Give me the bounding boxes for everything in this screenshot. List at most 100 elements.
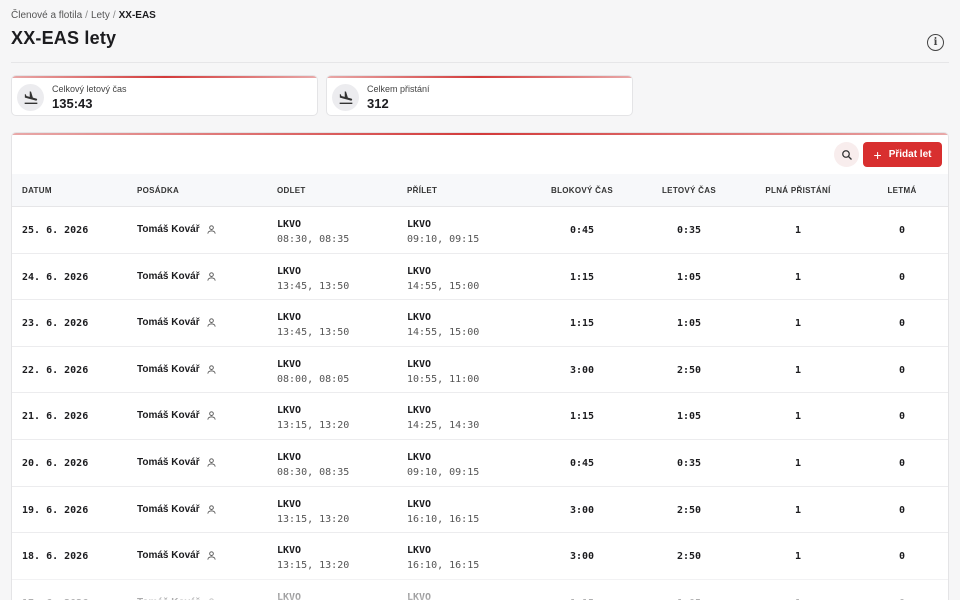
breadcrumb-item-members[interactable]: Členové a flotila	[11, 10, 82, 21]
flight-time: 2:50	[676, 504, 702, 516]
departure-cell: LKVO 08:00, 08:05	[277, 357, 349, 387]
flight-date: 25. 6. 2026	[22, 225, 89, 236]
departure-airport: LKVO	[277, 358, 302, 370]
departure-times: 13:45, 13:50	[277, 327, 350, 339]
arrival-times: 10:55, 11:00	[407, 373, 480, 385]
flight-time: 1:05	[676, 271, 702, 283]
crew-name: Tomáš Kovář	[137, 456, 200, 468]
breadcrumb-separator: /	[85, 10, 88, 21]
flight-date: 20. 6. 2026	[22, 457, 89, 469]
arrival-airport: LKVO	[407, 405, 432, 417]
arrival-cell: LKVO 16:10, 16:15	[407, 497, 479, 527]
departure-cell: LKVO 13:45, 13:50	[277, 310, 349, 340]
flight-time: 2:50	[676, 364, 702, 376]
stat-label: Celkový letový čas	[52, 84, 127, 94]
table-row[interactable]: 18. 6. 2026 Tomáš Kovář LKVO 13:15, 13:2…	[12, 533, 948, 580]
departure-airport: LKVO	[277, 265, 302, 277]
column-header-crew[interactable]: POSÁDKA	[137, 186, 179, 195]
block-time: 3:00	[569, 504, 595, 516]
column-header-date[interactable]: DATUM	[22, 186, 52, 195]
full-landings: 1	[794, 411, 802, 423]
stat-card-total-flight-time: Celkový letový čas 135:43	[11, 75, 318, 116]
table-row[interactable]: 21. 6. 2026 Tomáš Kovář LKVO 13:15, 13:2…	[12, 393, 948, 440]
column-header-departure[interactable]: ODLET	[277, 186, 306, 195]
user-icon[interactable]	[206, 457, 217, 468]
departure-cell: LKVO 13:15, 13:20	[277, 590, 349, 600]
block-time: 3:00	[569, 364, 595, 376]
flight-time: 0:35	[676, 225, 702, 236]
arrival-cell: LKVO 14:25, 14:30	[407, 590, 479, 600]
table-row[interactable]: 19. 6. 2026 Tomáš Kovář LKVO 13:15, 13:2…	[12, 487, 948, 534]
crew-cell: Tomáš Kovář	[137, 364, 217, 375]
arrival-cell: LKVO 10:55, 11:00	[407, 357, 479, 387]
user-icon[interactable]	[206, 317, 217, 328]
touch-and-go: 0	[898, 457, 906, 469]
departure-airport: LKVO	[277, 405, 302, 417]
user-icon[interactable]	[206, 550, 217, 561]
arrival-times: 09:10, 09:15	[407, 234, 480, 245]
departure-times: 13:15, 13:20	[277, 420, 350, 432]
breadcrumb-item-flights[interactable]: Lety	[91, 10, 110, 21]
crew-name: Tomáš Kovář	[137, 224, 200, 235]
column-header-arrival[interactable]: PŘÍLET	[407, 186, 437, 195]
info-icon[interactable]: i	[927, 34, 944, 51]
table-row[interactable]: 20. 6. 2026 Tomáš Kovář LKVO 08:30, 08:3…	[12, 440, 948, 487]
page-title: XX-EAS lety	[11, 28, 117, 48]
crew-cell: Tomáš Kovář	[137, 550, 217, 561]
table-row[interactable]: 17. 6. 2026 Tomáš Kovář LKVO 13:15, 13:2…	[12, 580, 948, 600]
search-button[interactable]	[834, 142, 859, 167]
arrival-times: 16:10, 16:15	[407, 513, 480, 525]
touch-and-go: 0	[898, 411, 906, 423]
arrival-times: 09:10, 09:15	[407, 466, 480, 478]
departure-cell: LKVO 13:15, 13:20	[277, 497, 349, 527]
departure-times: 08:30, 08:35	[277, 466, 350, 478]
user-icon[interactable]	[206, 271, 217, 282]
table-header: DATUM POSÁDKA ODLET PŘÍLET BLOKOVÝ ČAS L…	[12, 174, 948, 207]
flight-time: 0:35	[676, 457, 702, 469]
crew-cell: Tomáš Kovář	[137, 410, 217, 421]
full-landings: 1	[794, 457, 802, 469]
table-row[interactable]: 25. 6. 2026 Tomáš Kovář LKVO 08:30, 08:3…	[12, 207, 948, 254]
crew-cell: Tomáš Kovář	[137, 504, 217, 515]
arrival-airport: LKVO	[407, 219, 432, 230]
departure-times: 13:45, 13:50	[277, 280, 350, 292]
departure-airport: LKVO	[277, 591, 302, 600]
flight-date: 21. 6. 2026	[22, 411, 89, 423]
departure-times: 08:00, 08:05	[277, 373, 350, 385]
arrival-airport: LKVO	[407, 265, 432, 277]
flight-time: 2:50	[676, 551, 702, 563]
flight-date: 19. 6. 2026	[22, 504, 89, 516]
departure-cell: LKVO 13:15, 13:20	[277, 403, 349, 433]
plane-landing-icon	[17, 84, 44, 111]
arrival-airport: LKVO	[407, 312, 432, 324]
column-header-touch-and-go[interactable]: LETMÁ	[852, 186, 948, 195]
arrival-times: 16:10, 16:15	[407, 560, 480, 572]
flight-date: 18. 6. 2026	[22, 551, 89, 563]
add-flight-button[interactable]: + Přidat let	[863, 142, 942, 167]
flight-date: 24. 6. 2026	[22, 271, 89, 283]
user-icon[interactable]	[206, 224, 217, 235]
arrival-times: 14:55, 15:00	[407, 327, 480, 339]
flight-time: 1:05	[676, 318, 702, 330]
plus-icon: +	[873, 146, 882, 163]
add-flight-label: Přidat let	[888, 149, 932, 160]
user-icon[interactable]	[206, 504, 217, 515]
crew-name: Tomáš Kovář	[137, 550, 200, 562]
arrival-cell: LKVO 09:10, 09:15	[407, 450, 479, 480]
flight-date: 22. 6. 2026	[22, 364, 89, 376]
table-row[interactable]: 24. 6. 2026 Tomáš Kovář LKVO 13:45, 13:5…	[12, 254, 948, 301]
user-icon[interactable]	[206, 410, 217, 421]
arrival-airport: LKVO	[407, 451, 432, 463]
table-row[interactable]: 22. 6. 2026 Tomáš Kovář LKVO 08:00, 08:0…	[12, 347, 948, 394]
table-row[interactable]: 23. 6. 2026 Tomáš Kovář LKVO 13:45, 13:5…	[12, 300, 948, 347]
flights-table-card: + Přidat let DATUM POSÁDKA ODLET PŘÍLET …	[11, 132, 949, 600]
column-header-flight-time[interactable]: LETOVÝ ČAS	[639, 186, 739, 195]
user-icon[interactable]	[206, 364, 217, 375]
block-time: 0:45	[569, 225, 595, 236]
arrival-airport: LKVO	[407, 591, 432, 600]
full-landings: 1	[794, 504, 802, 516]
column-header-block-time[interactable]: BLOKOVÝ ČAS	[532, 186, 632, 195]
arrival-times: 14:55, 15:00	[407, 280, 480, 292]
block-time: 1:15	[569, 411, 595, 423]
column-header-full-landings[interactable]: PLNÁ PŘISTÁNÍ	[748, 186, 848, 195]
